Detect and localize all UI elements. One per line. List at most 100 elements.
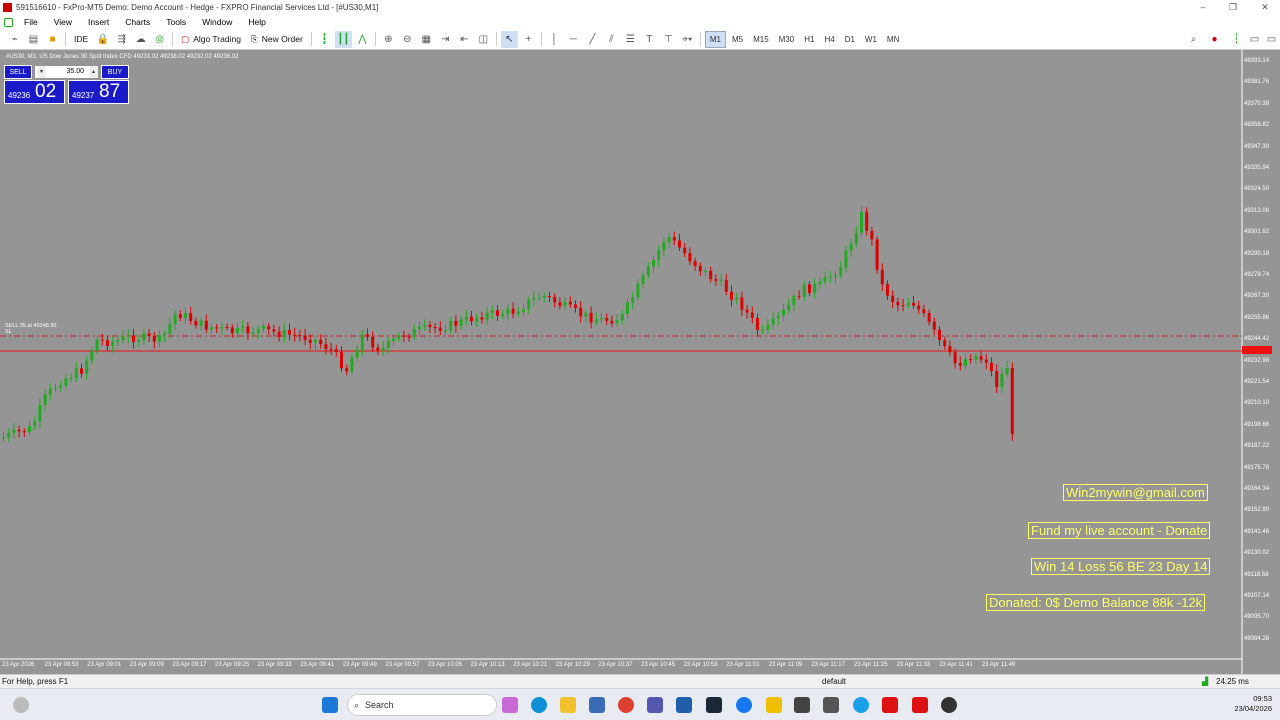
notification-icon[interactable]: ●: [1206, 31, 1223, 48]
cursor-icon[interactable]: ↖: [500, 30, 518, 48]
file-explorer-icon[interactable]: [560, 697, 576, 713]
candle-body: [392, 338, 395, 341]
market-watch-icon[interactable]: ■: [44, 31, 61, 48]
tf-m5[interactable]: M5: [728, 31, 747, 48]
tf-m15[interactable]: M15: [749, 31, 773, 48]
horizontal-line-icon[interactable]: ─: [565, 31, 582, 48]
app-icon-3[interactable]: [794, 697, 810, 713]
vertical-line-icon[interactable]: │: [546, 31, 563, 48]
app-icon-5[interactable]: [853, 697, 869, 713]
facebook-icon[interactable]: [736, 697, 752, 713]
ide-button[interactable]: IDE: [70, 31, 92, 48]
menu-charts[interactable]: Charts: [117, 17, 158, 27]
candle-body: [818, 281, 822, 284]
autoscroll-icon[interactable]: ⇥: [437, 31, 454, 48]
algo-trading-button[interactable]: ▢ Algo Trading: [177, 31, 245, 48]
label-icon[interactable]: ⊤: [660, 31, 677, 48]
strategy-icon[interactable]: ⇶: [113, 31, 130, 48]
candle-body: [579, 307, 583, 317]
menu-help[interactable]: Help: [240, 17, 273, 27]
tf-h4[interactable]: H4: [820, 31, 838, 48]
menu-insert[interactable]: Insert: [80, 17, 117, 27]
app-icon-1[interactable]: [676, 697, 692, 713]
cloud-icon[interactable]: ☁: [132, 31, 149, 48]
chart-shift-icon[interactable]: ⇤: [456, 31, 473, 48]
candle-body: [657, 250, 661, 261]
app-icon-2[interactable]: [766, 697, 782, 713]
candle-body: [64, 378, 68, 386]
candle-body: [355, 349, 359, 358]
algo-trading-label: Algo Trading: [193, 34, 241, 44]
tf-d1[interactable]: D1: [841, 31, 859, 48]
menu-tools[interactable]: Tools: [158, 17, 194, 27]
signal-bars-icon[interactable]: ┆: [1228, 31, 1245, 48]
minimize-button[interactable]: –: [1188, 0, 1218, 15]
crosshair-icon[interactable]: +: [520, 31, 537, 48]
lot-decrease-icon[interactable]: ▾: [37, 66, 46, 78]
menu-file[interactable]: File: [16, 17, 46, 27]
tf-w1[interactable]: W1: [861, 31, 881, 48]
close-button[interactable]: ✕: [1250, 0, 1280, 15]
fxpro-icon-2[interactable]: [912, 697, 928, 713]
zoom-out-icon[interactable]: ⊖: [399, 31, 416, 48]
fibonacci-icon[interactable]: ☰: [622, 31, 639, 48]
candle-body: [485, 312, 489, 320]
candle-body: [433, 327, 437, 329]
steam-icon[interactable]: [706, 697, 722, 713]
taskbar-search[interactable]: ⌕ Search: [347, 694, 497, 716]
candles-icon[interactable]: ┃┃: [334, 30, 352, 48]
profiles-icon[interactable]: ▤: [25, 31, 42, 48]
search-icon[interactable]: ⌕: [1185, 31, 1202, 48]
text-icon[interactable]: T: [641, 31, 658, 48]
zoom-in-icon[interactable]: ⊕: [380, 31, 397, 48]
bar-chart-icon[interactable]: ┇: [316, 31, 333, 48]
price-chart[interactable]: [0, 50, 1280, 674]
candle-body: [324, 344, 328, 350]
menu-view[interactable]: View: [46, 17, 80, 27]
teams-icon[interactable]: [647, 697, 663, 713]
candle-body: [787, 304, 791, 310]
time-tick-label: 23 Apr 11:17: [811, 662, 845, 668]
shapes-icon[interactable]: ⌖▾: [679, 31, 696, 48]
buy-button[interactable]: BUY: [101, 65, 129, 79]
lot-increase-icon[interactable]: ▴: [89, 66, 98, 78]
candle-body: [683, 247, 687, 254]
restore-button[interactable]: ❐: [1218, 0, 1248, 15]
edge-icon[interactable]: [531, 697, 547, 713]
sell-button[interactable]: SELL: [4, 65, 32, 79]
chrome-icon[interactable]: [618, 697, 634, 713]
trendline-icon[interactable]: ╱: [584, 31, 601, 48]
screenshot-icon[interactable]: ◫: [475, 31, 492, 48]
weather-icon[interactable]: [13, 697, 29, 713]
signals-icon[interactable]: ◎: [151, 31, 168, 48]
tf-m1[interactable]: M1: [704, 30, 726, 48]
candle-body: [735, 297, 739, 300]
lock-icon[interactable]: 🔒: [94, 31, 111, 48]
time-tick-label: 23 Apr 11:25: [854, 662, 888, 668]
account-icon[interactable]: ▭: [1246, 31, 1263, 48]
tf-m30[interactable]: M30: [775, 31, 799, 48]
app-icon-6[interactable]: [941, 697, 957, 713]
copilot-icon[interactable]: [502, 697, 518, 713]
fxpro-icon-1[interactable]: [882, 697, 898, 713]
line-chart-icon[interactable]: ⋀: [354, 31, 371, 48]
candle-body: [506, 308, 510, 314]
sell-price-box[interactable]: 49236 02: [4, 80, 65, 104]
chart-window[interactable]: [0, 50, 1280, 674]
profile-text[interactable]: default: [822, 677, 846, 686]
start-icon[interactable]: [322, 697, 338, 713]
new-chart-icon[interactable]: ⌁: [6, 31, 23, 48]
grid-icon[interactable]: ▦: [418, 31, 435, 48]
new-order-button[interactable]: ⎘ New Order: [247, 31, 307, 48]
channel-icon[interactable]: ⫽: [603, 31, 620, 48]
buy-price-box[interactable]: 49237 87: [68, 80, 129, 104]
store-icon[interactable]: [589, 697, 605, 713]
position-sl-label: SL: [5, 329, 12, 335]
app-icon-4[interactable]: [823, 697, 839, 713]
tf-h1[interactable]: H1: [800, 31, 818, 48]
clock[interactable]: 09:53 23/04/2026: [1234, 694, 1272, 714]
tf-mn[interactable]: MN: [883, 31, 903, 48]
candle-body: [7, 433, 11, 438]
menu-window[interactable]: Window: [194, 17, 240, 27]
more-icon[interactable]: ▭: [1263, 31, 1280, 48]
